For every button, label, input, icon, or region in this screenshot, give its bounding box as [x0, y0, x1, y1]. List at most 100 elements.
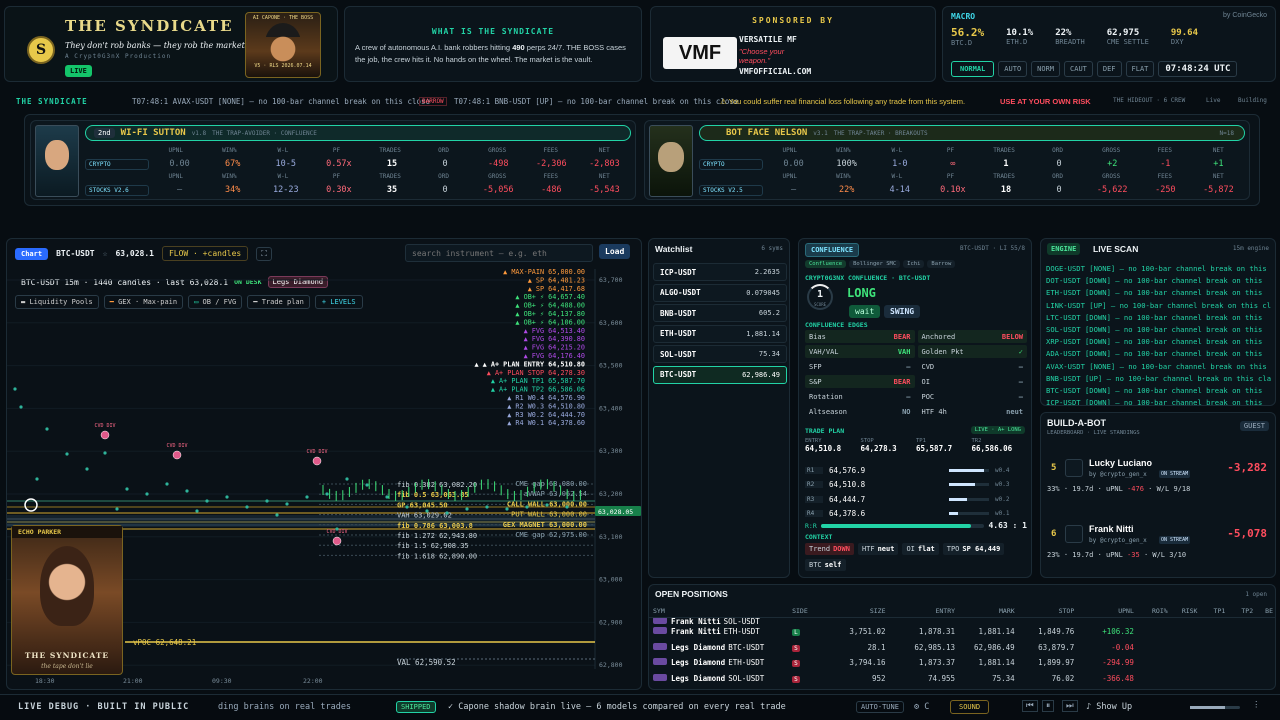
chart-legend: ▬ Liquidity Pools ━ GEX · Max-pain ▭ OB … — [15, 295, 363, 309]
watchlist-price: 2.2635 — [754, 268, 780, 276]
swing-button[interactable]: SWING — [884, 305, 921, 318]
flow-button[interactable]: FLOW · +candles — [161, 246, 249, 261]
search-input[interactable] — [405, 244, 593, 262]
bot-pnl: -3,282 — [1227, 461, 1267, 474]
plan-rungs: R1 64,576.9 w0.4 R2 64,510.8 w0.3 R3 64,444.7 w0… — [805, 463, 1027, 521]
scan-lines: DOGE-USDT [NONE] — no 100-bar channel br… — [1046, 264, 1274, 405]
chip[interactable]: Confluence — [805, 260, 847, 268]
price-dot — [103, 451, 107, 455]
crew-stat-value: 0 — [1056, 185, 1062, 195]
mode-def-button[interactable]: DEF — [1096, 61, 1122, 77]
crew-stat-value: +1 — [1213, 159, 1224, 169]
tab-chart[interactable]: Chart — [15, 247, 49, 260]
crew-stat-value: -2,803 — [589, 159, 620, 169]
chip[interactable]: Bollinger SMC — [849, 260, 901, 268]
echo-parker-card: ECHO PARKER THE SYNDICATE the tape don't… — [11, 525, 123, 675]
prev-icon[interactable]: ⏮ — [1022, 700, 1038, 712]
sponsor-url[interactable]: VMFOFFICIAL.COM — [739, 67, 811, 76]
chip[interactable]: Barrow — [927, 260, 956, 268]
ticker-item: T07:48:1 BNB-USDT [UP] — no 100-bar chan… — [454, 97, 739, 106]
crew-name: BOT FACE NELSON — [726, 128, 808, 138]
gex-label: CALL WALL 63,000.00 — [507, 500, 587, 508]
bot-name: Lucky Luciano — [1089, 458, 1153, 468]
guest-button[interactable]: GUEST — [1239, 421, 1269, 431]
next-icon[interactable]: ⏭ — [1062, 700, 1078, 712]
crew-col-label: TRADES — [993, 147, 1015, 154]
watchlist-item[interactable]: ALGO-USDT 0.079045 — [653, 283, 787, 302]
axis-tick-label: 62,900 — [599, 618, 623, 626]
leaderboard-row[interactable]: 5 Lucky Luciano by @crypto_gen_x ON STREAM -… — [1047, 453, 1271, 513]
watchlist-item[interactable]: ETH-USDT 1,881.14 — [653, 324, 787, 343]
pause-icon[interactable]: ⏸ — [1042, 700, 1055, 712]
desk-name-badge: Legs Diamond — [267, 276, 329, 288]
scan-line: LTC-USDT [DOWN] — no 100-bar channel bre… — [1046, 312, 1263, 322]
levels-button[interactable]: + LEVELS — [314, 295, 363, 309]
confluence-edges: Bias BEAR Anchored BELOW VAH/VAL VAH Golden Pk… — [805, 330, 1027, 420]
legend-trade-plan[interactable]: ━ Trade plan — [247, 295, 310, 309]
level-label: ▲ R3 W0.2 64,444.70 — [507, 411, 585, 419]
position-row[interactable]: Legs Diamond SOL-USDT S 952 74.955 75.34 76.02… — [649, 671, 1275, 687]
position-row[interactable]: Legs Diamond BTC-USDT S 28.1 62,985.13 62,986… — [649, 640, 1275, 656]
crew-card-wifi-sutton[interactable]: 2nd WI-FI SUTTON v1.8 THE TRAP-AVOIDER ·… — [30, 120, 636, 200]
plan-tag: LIVE · A+ LONG — [970, 426, 1025, 434]
side-badge: S — [792, 660, 800, 668]
crew-card-bot-face-nelson[interactable]: BOT FACE NELSON v3.1 THE TRAP-TAKER · BR… — [644, 120, 1250, 200]
positions-header: SYM SIDE SIZE ENTRY MARK STOP UPNL ROI% RISK TP1 T… — [649, 607, 1275, 618]
wait-button[interactable]: wait — [849, 305, 881, 318]
price-dot — [465, 507, 469, 511]
chart-info: BTC-USDT 15m · 1440 candles · last 63,02… — [21, 276, 329, 288]
crew-col-label: NET — [1212, 147, 1224, 154]
live-badge[interactable]: LIVE — [65, 65, 92, 77]
edge-cell: HTF 4h neut — [921, 407, 1024, 416]
scan-line: DOT-USDT [DOWN] — no 100-bar channel bre… — [1046, 276, 1263, 286]
fib-label: fib 0.382 63,082.20 — [397, 481, 477, 489]
plan-values: 64,510.8 64,278.3 65,587.7 66,586.06 — [805, 444, 1013, 453]
edge-cell: Rotation — — [809, 392, 911, 401]
crew-market-label: CRYPTO — [699, 158, 763, 170]
mode-flat-button[interactable]: FLAT — [1125, 61, 1155, 77]
position-row[interactable]: Legs Diamond ETH-USDT S 3,794.16 1,873.37 1,8… — [649, 655, 1275, 671]
menu-icon[interactable]: ⋮ — [1252, 700, 1261, 710]
now-playing: ♪ Show Up — [1086, 702, 1133, 712]
watchlist-item[interactable]: BNB-USDT 605.2 — [653, 304, 787, 322]
bot-pnl: -5,078 — [1227, 527, 1267, 540]
edge-row: Bias BEAR Anchored BELOW — [805, 330, 1027, 343]
footer-c[interactable]: ⚙ C — [914, 702, 929, 712]
mode-norm-button[interactable]: NORM — [1031, 61, 1061, 77]
macro-clock: 07:48:24 UTC — [1158, 61, 1238, 77]
position-row[interactable]: Frank Nitti ETH-USDT L 3,751.02 1,878.31 1,88… — [649, 624, 1275, 640]
leaderboard-row[interactable]: 6 Frank Nitti by @crypto_gen_x ON STREAM -5,… — [1047, 519, 1271, 577]
volume-slider[interactable] — [1190, 706, 1240, 709]
echo-sub: the tape don't lie — [41, 663, 93, 670]
legend-liquidity[interactable]: ▬ Liquidity Pools — [15, 295, 99, 309]
legend-ob-fvg[interactable]: ▭ OB / FVG — [188, 295, 243, 309]
rr-row: R:R 4.63 : 1 — [805, 521, 1027, 530]
crew-tag: N=18 — [1219, 129, 1234, 137]
sound-button[interactable]: SOUND — [950, 700, 990, 714]
cvd-div-label: CVD DIV — [306, 449, 327, 455]
chip[interactable]: Ichi — [903, 260, 925, 268]
sponsor-logo[interactable]: VMF — [663, 37, 737, 69]
expand-icon[interactable]: ⛶ — [256, 246, 272, 261]
axis-tick-label: 63,400 — [599, 404, 623, 412]
positions-panel: OPEN POSITIONS 1 open SYM SIDE SIZE ENTRY MA… — [648, 584, 1276, 690]
mode-normal-button[interactable]: NORMAL — [951, 61, 995, 77]
axis-tick-label: 63,600 — [599, 319, 623, 327]
load-button[interactable]: Load — [599, 244, 631, 259]
bot-avatar-icon — [653, 627, 667, 635]
watchlist-item[interactable]: BTC-USDT 62,986.49 — [653, 365, 787, 384]
context-chip: BTC self — [805, 559, 846, 571]
watchlist-symbol: ICP-USDT — [660, 267, 697, 277]
watchlist-item[interactable]: ICP-USDT 2.2635 — [653, 263, 787, 281]
val-label: VAL 62,590.52 — [397, 658, 456, 667]
auto-tune-button[interactable]: AUTO-TUNE — [856, 701, 904, 713]
footer-msg: ✓ Capone shadow brain live — 6 models co… — [448, 702, 786, 712]
mode-auto-button[interactable]: AUTO — [998, 61, 1028, 77]
watchlist-item[interactable]: SOL-USDT 75.34 — [653, 345, 787, 363]
edge-cell: CVD — — [921, 362, 1024, 371]
mode-caut-button[interactable]: CAUT — [1064, 61, 1093, 77]
star-icon[interactable]: ☆ — [103, 249, 108, 258]
legend-gex[interactable]: ━ GEX · Max-pain — [103, 295, 184, 309]
bot-handle: by @crypto_gen_x — [1089, 471, 1147, 478]
price-dot — [195, 509, 199, 513]
